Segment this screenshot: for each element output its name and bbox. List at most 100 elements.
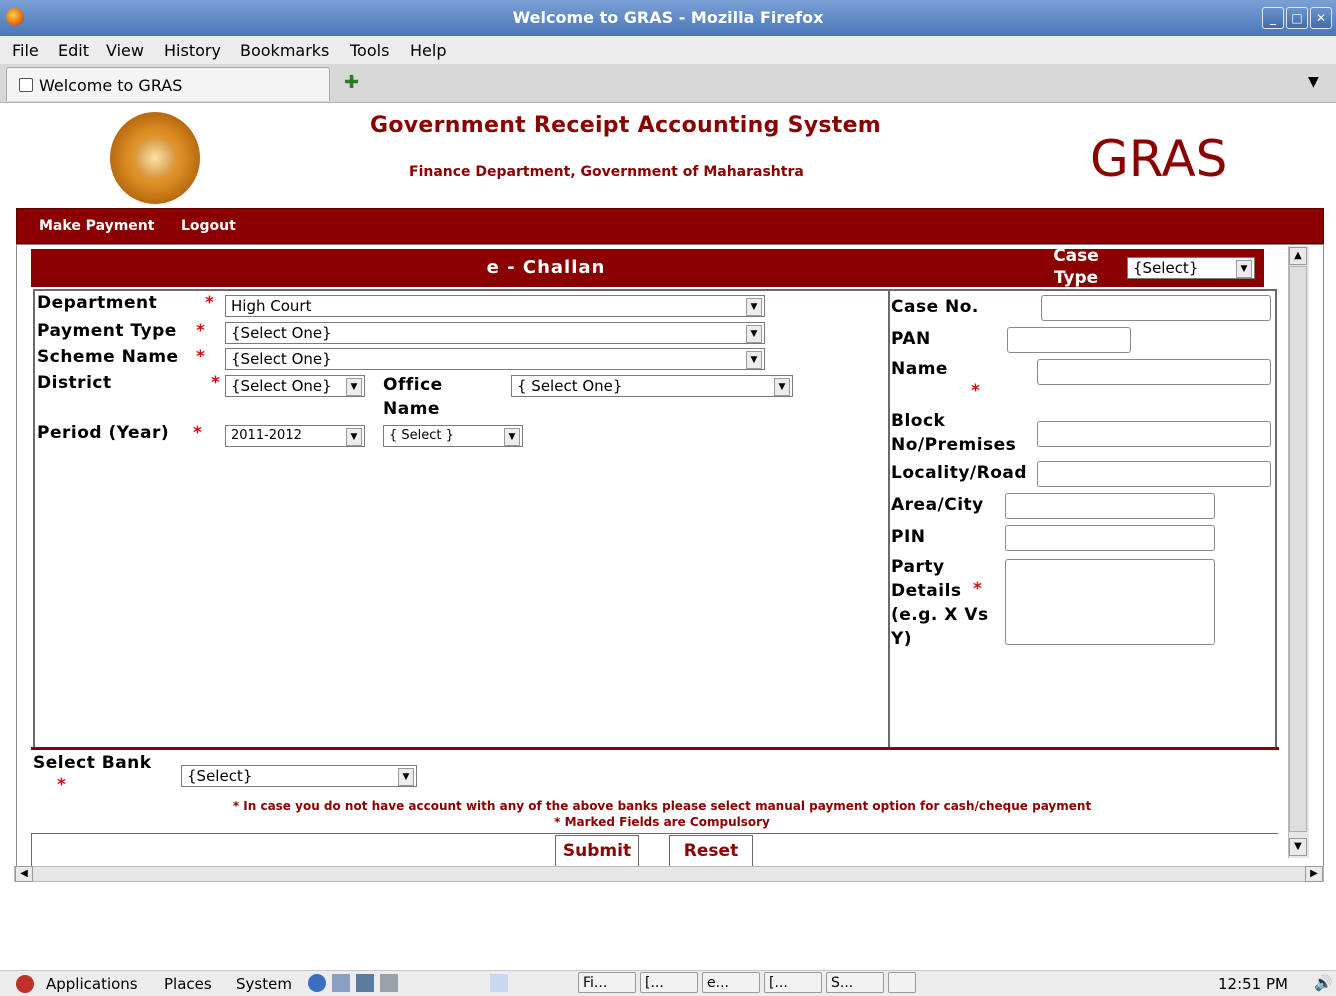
horizontal-scrollbar[interactable]: [14, 866, 1324, 882]
clock: 12:51 PM: [1218, 975, 1288, 993]
pan-label: PAN: [891, 329, 931, 349]
submit-button[interactable]: Submit: [555, 835, 639, 866]
system-title: Government Receipt Accounting System: [370, 113, 882, 138]
scroll-left-icon[interactable]: ◀: [15, 866, 33, 882]
menu-file[interactable]: File: [12, 41, 39, 60]
select-bank-select[interactable]: {Select} ▼: [181, 765, 417, 787]
minimize-button[interactable]: _: [1262, 7, 1284, 29]
name-input[interactable]: [1037, 359, 1271, 385]
required-marker: *: [971, 381, 980, 401]
case-no-input[interactable]: [1041, 295, 1271, 321]
places-menu[interactable]: Places: [164, 975, 212, 993]
party-details-hint: (e.g. X Vs Y): [891, 605, 989, 649]
maximize-button[interactable]: □: [1286, 7, 1308, 29]
web-browser-launcher-icon[interactable]: [308, 974, 326, 992]
period-year-value: 2011-2012: [231, 428, 302, 443]
task-label: [...: [645, 975, 664, 991]
close-button[interactable]: ✕: [1310, 7, 1332, 29]
block-premises-input[interactable]: [1037, 421, 1271, 447]
chevron-down-icon: ▼: [346, 428, 362, 446]
name-label: Name: [891, 359, 948, 379]
menu-bookmarks[interactable]: Bookmarks: [240, 41, 329, 60]
block-premises-label: Block No/Premises: [891, 411, 1017, 455]
show-desktop-icon[interactable]: [490, 974, 508, 992]
brand-logo-text: GRAS: [1090, 130, 1228, 188]
menu-view[interactable]: View: [106, 41, 144, 60]
department-select[interactable]: High Court ▼: [225, 295, 765, 317]
menu-tools[interactable]: Tools: [350, 41, 389, 60]
tab-list-dropdown-icon[interactable]: ▼: [1308, 74, 1319, 90]
chevron-down-icon: ▼: [746, 325, 762, 343]
nav-bar: Make Payment Logout: [16, 208, 1324, 244]
make-payment-link[interactable]: Make Payment: [39, 218, 154, 234]
scroll-right-icon[interactable]: ▶: [1305, 866, 1323, 882]
challan-frame: e - Challan Case Type {Select} ▼ Departm…: [16, 244, 1324, 868]
task-pdf[interactable]: [...: [764, 972, 822, 993]
task-screenshot[interactable]: S...: [826, 972, 884, 993]
menu-history[interactable]: History: [164, 41, 221, 60]
case-no-label: Case No.: [891, 297, 979, 317]
payment-type-label: Payment Type: [37, 321, 177, 341]
payment-type-value: {Select One}: [231, 324, 332, 342]
period-sub-value: { Select }: [389, 428, 454, 443]
select-bank-label: Select Bank: [33, 753, 152, 773]
scroll-up-icon[interactable]: ▲: [1289, 247, 1307, 265]
menu-help[interactable]: Help: [410, 41, 446, 60]
required-marker: *: [196, 321, 205, 341]
editor-launcher-icon[interactable]: [356, 974, 374, 992]
period-sub-select[interactable]: { Select } ▼: [383, 425, 523, 447]
scheme-name-select[interactable]: {Select One} ▼: [225, 348, 765, 370]
period-label: Period (Year): [37, 423, 170, 443]
new-tab-icon[interactable]: ✚: [344, 72, 359, 93]
district-select[interactable]: {Select One} ▼: [225, 375, 365, 397]
emblem-center: [135, 138, 175, 178]
case-type-value: {Select}: [1133, 259, 1199, 277]
select-bank-value: {Select}: [187, 767, 253, 785]
pin-label: PIN: [891, 527, 926, 547]
applications-menu[interactable]: Applications: [46, 975, 138, 993]
office-name-select[interactable]: { Select One} ▼: [511, 375, 793, 397]
divider: [31, 747, 1279, 750]
area-city-input[interactable]: [1005, 493, 1215, 519]
task-extra[interactable]: [888, 972, 916, 993]
button-area: [31, 833, 1278, 867]
party-details-label: Party Details: [891, 557, 962, 601]
window-title: Welcome to GRAS - Mozilla Firefox: [512, 8, 824, 27]
scheme-name-value: {Select One}: [231, 350, 332, 368]
system-menu[interactable]: System: [236, 975, 292, 993]
left-form-panel: Department * High Court ▼ Payment Type *…: [33, 289, 890, 749]
case-type-label: Case Type: [1053, 246, 1099, 288]
party-details-textarea[interactable]: [1005, 559, 1215, 645]
case-type-select[interactable]: {Select} ▼: [1127, 257, 1255, 279]
chevron-down-icon: ▼: [398, 768, 414, 786]
required-marker: *: [57, 775, 66, 795]
task-terminal[interactable]: [...: [640, 972, 698, 993]
pan-input[interactable]: [1007, 327, 1131, 353]
vertical-scroll-thumb[interactable]: [1289, 266, 1307, 832]
period-year-select[interactable]: 2011-2012 ▼: [225, 425, 365, 447]
office-name-value: { Select One}: [517, 377, 623, 395]
tab-welcome[interactable]: Welcome to GRAS: [6, 67, 330, 101]
right-form-panel: Case No. PAN Name * Block No/Premises Lo…: [888, 289, 1277, 749]
department-value: High Court: [231, 297, 312, 315]
volume-icon[interactable]: 🔊: [1314, 974, 1333, 992]
chevron-down-icon: ▼: [746, 351, 762, 369]
help-launcher-icon[interactable]: [380, 974, 398, 992]
task-label: S...: [831, 975, 854, 991]
chevron-down-icon: ▼: [774, 378, 790, 396]
district-label: District: [37, 373, 112, 393]
mail-launcher-icon[interactable]: [332, 974, 350, 992]
reset-button[interactable]: Reset: [669, 835, 753, 866]
task-label: Fi...: [583, 975, 608, 991]
payment-type-select[interactable]: {Select One} ▼: [225, 322, 765, 344]
task-label: e...: [707, 975, 729, 991]
locality-road-input[interactable]: [1037, 461, 1271, 487]
chevron-down-icon: ▼: [346, 378, 362, 396]
scroll-down-icon[interactable]: ▼: [1289, 838, 1307, 856]
pin-input[interactable]: [1005, 525, 1215, 551]
logout-link[interactable]: Logout: [181, 218, 236, 234]
task-firefox[interactable]: Fi...: [578, 972, 636, 993]
task-editor[interactable]: e...: [702, 972, 760, 993]
gnome-foot-icon[interactable]: [16, 975, 34, 993]
menu-edit[interactable]: Edit: [58, 41, 89, 60]
